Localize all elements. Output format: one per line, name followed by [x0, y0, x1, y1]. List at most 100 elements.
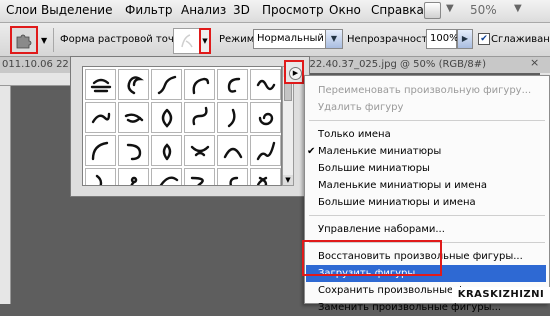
shape-cell[interactable]: [184, 102, 215, 133]
tri-swirl-shape-icon: [190, 145, 209, 156]
menu-analysis[interactable]: Анализ: [181, 3, 226, 17]
context-menu-item-label: Маленькие миниатюры: [318, 146, 442, 157]
shape-cell[interactable]: [250, 69, 281, 100]
context-menu-item[interactable]: Большие миниатюры: [306, 160, 546, 177]
context-menu-item[interactable]: Маленькие миниатюры и имена: [306, 177, 546, 194]
scroll-down-icon[interactable]: ▼: [283, 175, 293, 185]
curl-shape-icon: [227, 77, 240, 93]
shape-cell[interactable]: [118, 168, 149, 185]
shape-cell[interactable]: [184, 69, 215, 100]
shape-cell[interactable]: [250, 168, 281, 185]
shape-picker-panel: ▲ ▼: [70, 56, 310, 197]
options-bar: ▼ Форма растровой точки: ▼ Режим: Нормал…: [0, 23, 550, 57]
zoom-dropdown-icon[interactable]: ▼: [514, 3, 522, 14]
menu-bar: Слои Выделение Фильтр Анализ 3D Просмотр…: [0, 0, 550, 23]
scroll-shape-icon: [126, 143, 141, 160]
watermark: KRASKIZHIZNI: [452, 287, 550, 303]
swirl-shape-icon: [126, 75, 144, 94]
antialias-checkbox[interactable]: ✔: [478, 33, 490, 45]
menu-3d[interactable]: 3D: [233, 3, 250, 17]
shape-cell[interactable]: [85, 102, 116, 133]
wave-curl-shape-icon: [256, 79, 275, 90]
document-tab-active[interactable]: 6 22.40.37_025.jpg @ 50% (RGB/8#): [300, 57, 550, 73]
shape-cell[interactable]: [151, 102, 182, 133]
shape-cell[interactable]: [217, 102, 248, 133]
shape-cell[interactable]: [85, 135, 116, 166]
puzzle-shape-icon: [16, 34, 32, 49]
context-menu-item[interactable]: Удалить фигуру: [306, 99, 546, 116]
shape-cell[interactable]: [151, 135, 182, 166]
dot-swirl-shape-icon: [129, 176, 137, 185]
chevron-down-icon[interactable]: ▼: [41, 36, 47, 45]
opacity-input[interactable]: 100%: [426, 29, 459, 49]
context-menu-item[interactable]: Большие миниатюры и имена: [306, 194, 546, 211]
context-menu-item[interactable]: Управление наборами...: [306, 221, 546, 238]
zoom-tool-icon[interactable]: [424, 2, 441, 19]
shape-grid-scrollbar[interactable]: ▲ ▼: [282, 66, 294, 186]
ornate-text-shape-icon: [90, 78, 111, 92]
shape-thumbnail-icon: [181, 34, 193, 48]
shape-cell[interactable]: [118, 69, 149, 100]
shape-cell[interactable]: [151, 168, 182, 185]
menu-select[interactable]: Выделение: [41, 3, 112, 17]
shape-cell[interactable]: [85, 168, 116, 185]
flourish-shape-icon: [161, 108, 172, 128]
context-menu-item[interactable]: ✔ Маленькие миниатюры: [306, 143, 546, 160]
context-menu-item-label: Большие миниатюры: [318, 163, 430, 174]
mode-select[interactable]: Нормальный ▼: [253, 29, 343, 49]
twist-shape-icon: [256, 176, 267, 185]
shape-picker-dropdown-button[interactable]: ▼: [199, 28, 211, 54]
horizontal-ruler: [0, 73, 80, 86]
arc-shape-icon: [223, 147, 242, 158]
shape-cell[interactable]: [151, 69, 182, 100]
long-tendril-shape-icon: [158, 176, 178, 185]
chevron-down-icon[interactable]: ▼: [446, 3, 454, 14]
shape-cell[interactable]: [217, 135, 248, 166]
vertical-ruler: [0, 86, 11, 304]
shape-cell[interactable]: [118, 102, 149, 133]
context-menu-item[interactable]: Только имена: [306, 126, 546, 143]
opacity-label: Непрозрачность: [347, 34, 434, 45]
checkmark-icon: ✔: [307, 146, 316, 157]
zoom-level[interactable]: 50%: [470, 3, 497, 17]
tendril-shape-icon: [157, 75, 176, 94]
chevron-right-icon: ▶: [289, 67, 302, 80]
comma-swirl-shape-icon: [228, 176, 238, 185]
shape-preview[interactable]: [173, 28, 201, 54]
menu-separator: [309, 120, 545, 121]
annotation-highlight-box: [302, 240, 442, 276]
chevron-down-icon[interactable]: ▼: [325, 30, 342, 48]
menu-window[interactable]: Окно: [329, 3, 361, 17]
shape-label: Форма растровой точки:: [60, 34, 190, 45]
shape-cell[interactable]: [118, 135, 149, 166]
context-menu-item-label: Управление наборами...: [318, 224, 445, 235]
shape-cell[interactable]: [250, 135, 281, 166]
bird-swirl-shape-icon: [91, 112, 110, 123]
custom-shape-tool-button[interactable]: [10, 26, 38, 54]
menu-layers[interactable]: Слои: [6, 3, 37, 17]
shape-cell[interactable]: [85, 69, 116, 100]
menu-help[interactable]: Справка: [371, 3, 424, 17]
s-curve-shape-icon: [190, 176, 204, 185]
opacity-dropdown-button[interactable]: ▶: [457, 29, 473, 49]
close-icon[interactable]: ×: [530, 56, 539, 69]
picker-menu-button[interactable]: ▶: [284, 60, 304, 84]
shape-cell[interactable]: [184, 168, 215, 185]
menu-view[interactable]: Просмотр: [262, 3, 324, 17]
thin-curl-shape-icon: [95, 174, 102, 185]
menu-filter[interactable]: Фильтр: [125, 3, 172, 17]
corner-flourish-shape-icon: [91, 141, 108, 160]
ribbon-shape-icon: [124, 112, 143, 123]
shape-cell[interactable]: [184, 135, 215, 166]
droplet-swirl-shape-icon: [162, 142, 171, 160]
mode-value: Нормальный: [257, 33, 324, 44]
shape-cell[interactable]: [217, 69, 248, 100]
separator: [53, 28, 54, 52]
context-menu-item[interactable]: Переименовать произвольную фигуру...: [306, 82, 546, 99]
shape-cell[interactable]: [217, 168, 248, 185]
menu-separator: [309, 215, 545, 216]
shape-cell[interactable]: [250, 102, 281, 133]
context-menu-item-label: Переименовать произвольную фигуру...: [318, 85, 532, 96]
mode-label: Режим:: [219, 34, 258, 45]
spiral-shape-icon: [258, 112, 273, 125]
